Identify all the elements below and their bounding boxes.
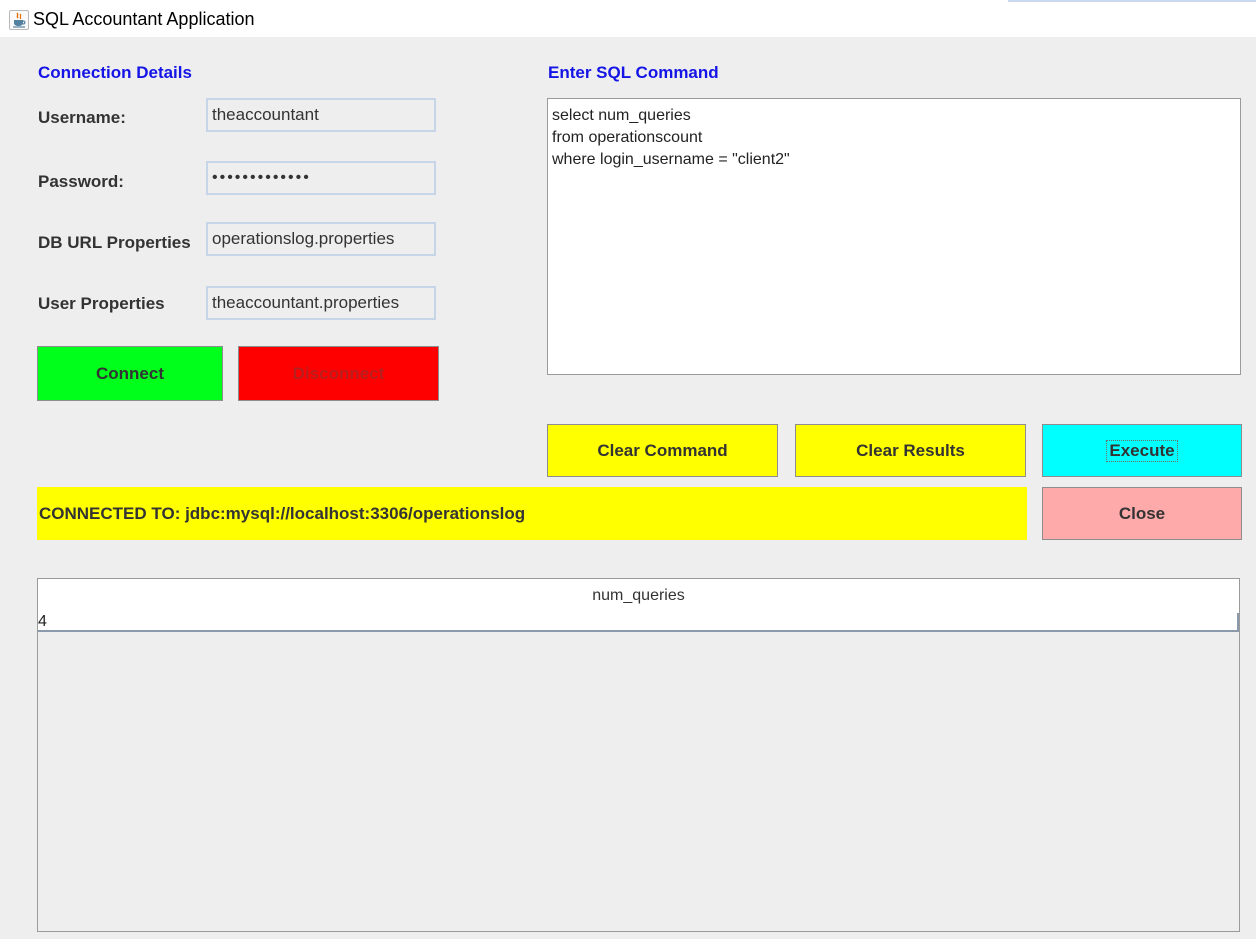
title-bar: SQL Accountant Application xyxy=(0,0,1256,37)
table-row[interactable]: 4 xyxy=(38,613,1239,632)
connection-details-heading: Connection Details xyxy=(38,63,192,82)
window-title: SQL Accountant Application xyxy=(33,9,255,29)
sql-command-input[interactable]: select num_queries from operationscount … xyxy=(547,98,1241,375)
user-properties-label: User Properties xyxy=(38,294,165,313)
db-url-properties-field[interactable] xyxy=(206,222,436,256)
disconnect-button-label: Disconnect xyxy=(292,363,385,383)
disconnect-button[interactable]: Disconnect xyxy=(238,346,439,401)
connection-status-text: CONNECTED TO: jdbc:mysql://localhost:330… xyxy=(39,503,526,523)
table-cell: 4 xyxy=(38,613,47,630)
user-properties-field[interactable] xyxy=(206,286,436,320)
password-label: Password: xyxy=(38,172,124,191)
clear-command-button[interactable]: Clear Command xyxy=(547,424,778,477)
username-field[interactable] xyxy=(206,98,436,132)
table-column-header[interactable]: num_queries xyxy=(38,579,1239,613)
db-url-properties-label: DB URL Properties xyxy=(38,233,191,252)
close-button[interactable]: Close xyxy=(1042,487,1242,540)
password-field[interactable] xyxy=(206,161,436,195)
close-button-label: Close xyxy=(1118,503,1166,523)
execute-button[interactable]: Execute xyxy=(1042,424,1242,477)
connection-status-bar: CONNECTED TO: jdbc:mysql://localhost:330… xyxy=(37,487,1027,540)
clear-command-button-label: Clear Command xyxy=(597,440,728,460)
clear-results-button-label: Clear Results xyxy=(856,440,965,460)
connect-button-label: Connect xyxy=(96,363,164,383)
clear-results-button[interactable]: Clear Results xyxy=(795,424,1026,477)
column-header-num-queries: num_queries xyxy=(592,587,685,604)
username-label: Username: xyxy=(38,108,126,127)
connect-button[interactable]: Connect xyxy=(37,346,223,401)
java-cup-icon xyxy=(9,10,29,30)
results-table[interactable]: num_queries 4 xyxy=(37,578,1240,932)
title-bar-accent xyxy=(1008,0,1256,2)
execute-button-label: Execute xyxy=(1106,439,1178,462)
sql-command-heading: Enter SQL Command xyxy=(548,63,719,82)
